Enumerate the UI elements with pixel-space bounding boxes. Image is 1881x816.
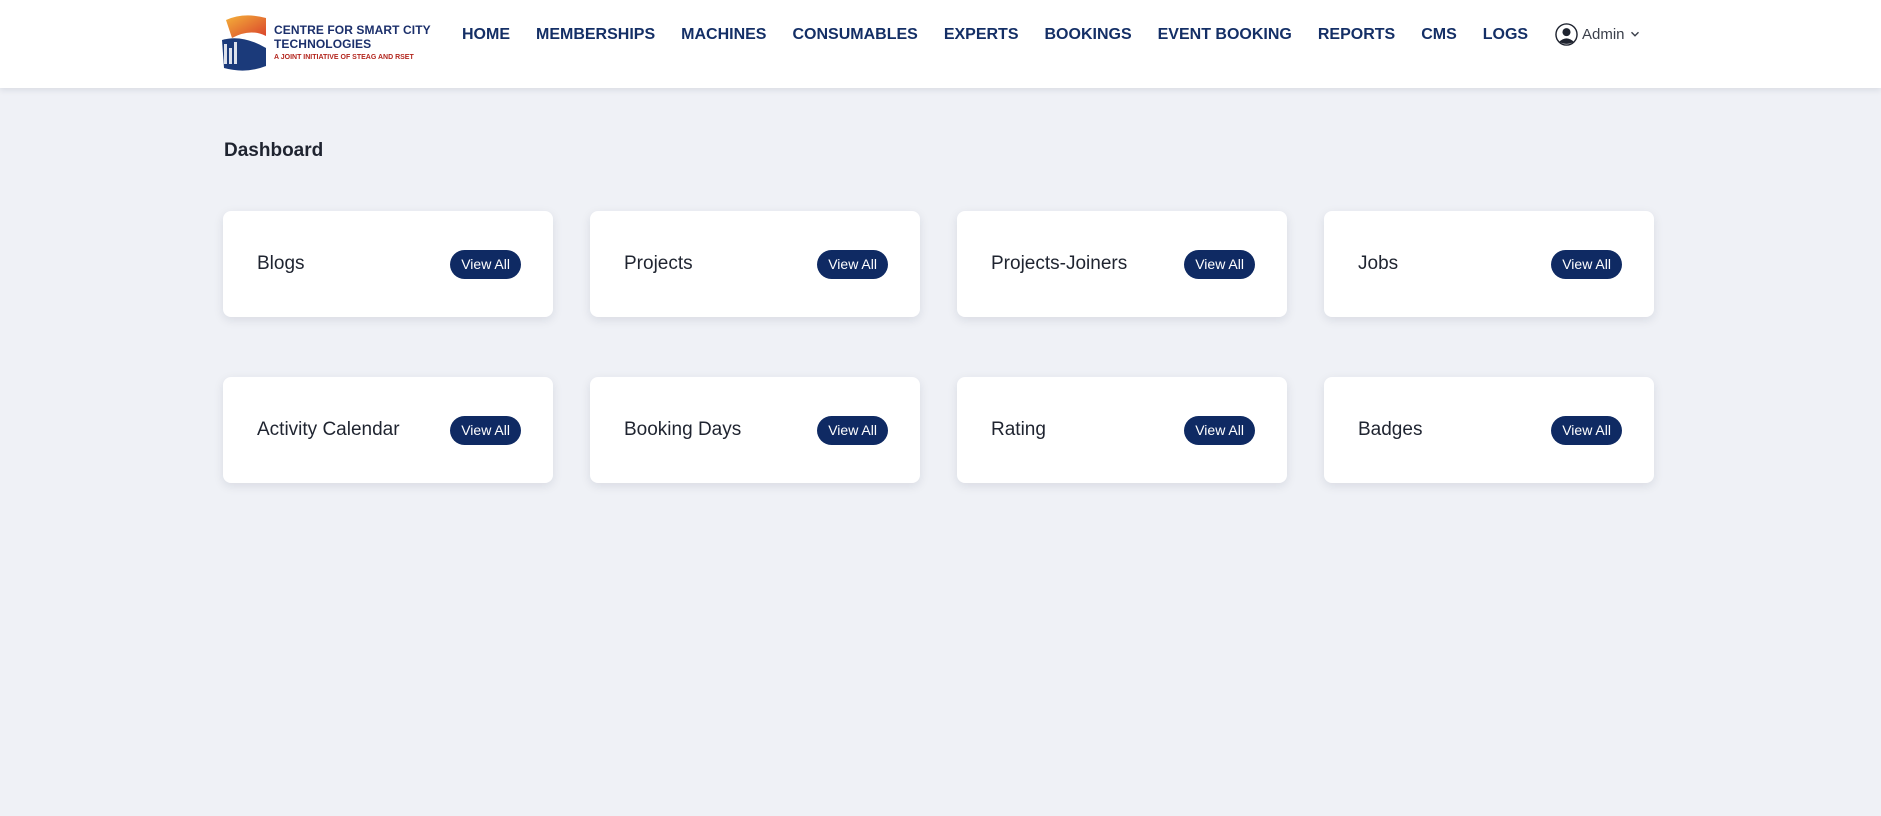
view-all-projects-joiners-button[interactable]: View All (1184, 249, 1255, 279)
brand-tagline: A JOINT INITIATIVE OF STEAG AND RSET (274, 53, 414, 61)
card-projects: Projects View All (590, 211, 920, 317)
top-navbar: CENTRE FOR SMART CITY TECHNOLOGIES A JOI… (0, 0, 1881, 88)
view-all-badges-button[interactable]: View All (1551, 415, 1622, 445)
view-all-booking-days-button[interactable]: View All (817, 415, 888, 445)
page-title: Dashboard (224, 140, 324, 161)
nav-item-reports[interactable]: REPORTS (1318, 26, 1395, 44)
chevron-down-icon (1630, 31, 1639, 37)
main-nav: HOME MEMBERSHIPS MACHINES CONSUMABLES EX… (462, 0, 1554, 70)
card-activity-calendar: Activity Calendar View All (223, 377, 553, 483)
brand-name-line1: CENTRE FOR SMART CITY (274, 23, 431, 38)
nav-item-memberships[interactable]: MEMBERSHIPS (536, 26, 655, 44)
logo-mark-icon (222, 15, 266, 71)
card-booking-days: Booking Days View All (590, 377, 920, 483)
card-rating: Rating View All (957, 377, 1287, 483)
logo-text: CENTRE FOR SMART CITY TECHNOLOGIES A JOI… (274, 23, 431, 62)
card-jobs: Jobs View All (1324, 211, 1654, 317)
card-projects-joiners: Projects-Joiners View All (957, 211, 1287, 317)
site-logo[interactable]: CENTRE FOR SMART CITY TECHNOLOGIES A JOI… (220, 14, 431, 72)
nav-item-logs[interactable]: LOGS (1483, 26, 1528, 44)
view-all-jobs-button[interactable]: View All (1551, 249, 1622, 279)
view-all-blogs-button[interactable]: View All (450, 249, 521, 279)
dashboard-grid: Blogs View All Projects View All Project… (223, 211, 1655, 483)
nav-item-event-booking[interactable]: EVENT BOOKING (1158, 26, 1292, 44)
card-label: Projects-Joiners (991, 253, 1128, 274)
card-label: Booking Days (624, 419, 742, 440)
card-blogs: Blogs View All (223, 211, 553, 317)
user-menu[interactable]: Admin (1555, 22, 1640, 46)
card-badges: Badges View All (1324, 377, 1654, 483)
nav-item-machines[interactable]: MACHINES (681, 26, 766, 44)
nav-item-consumables[interactable]: CONSUMABLES (792, 26, 917, 44)
view-all-projects-button[interactable]: View All (817, 249, 888, 279)
nav-item-bookings[interactable]: BOOKINGS (1045, 26, 1132, 44)
user-name: Admin (1582, 25, 1625, 43)
card-label: Jobs (1358, 253, 1399, 274)
card-label: Activity Calendar (257, 419, 400, 440)
user-avatar-icon (1555, 22, 1578, 46)
view-all-activity-calendar-button[interactable]: View All (450, 415, 521, 445)
card-label: Rating (991, 419, 1046, 440)
view-all-rating-button[interactable]: View All (1184, 415, 1255, 445)
card-label: Blogs (257, 253, 305, 274)
nav-item-home[interactable]: HOME (462, 26, 510, 44)
card-label: Projects (624, 253, 693, 274)
nav-item-experts[interactable]: EXPERTS (944, 26, 1019, 44)
nav-item-cms[interactable]: CMS (1421, 26, 1457, 44)
card-label: Badges (1358, 419, 1423, 440)
brand-name-line2: TECHNOLOGIES (274, 36, 372, 51)
